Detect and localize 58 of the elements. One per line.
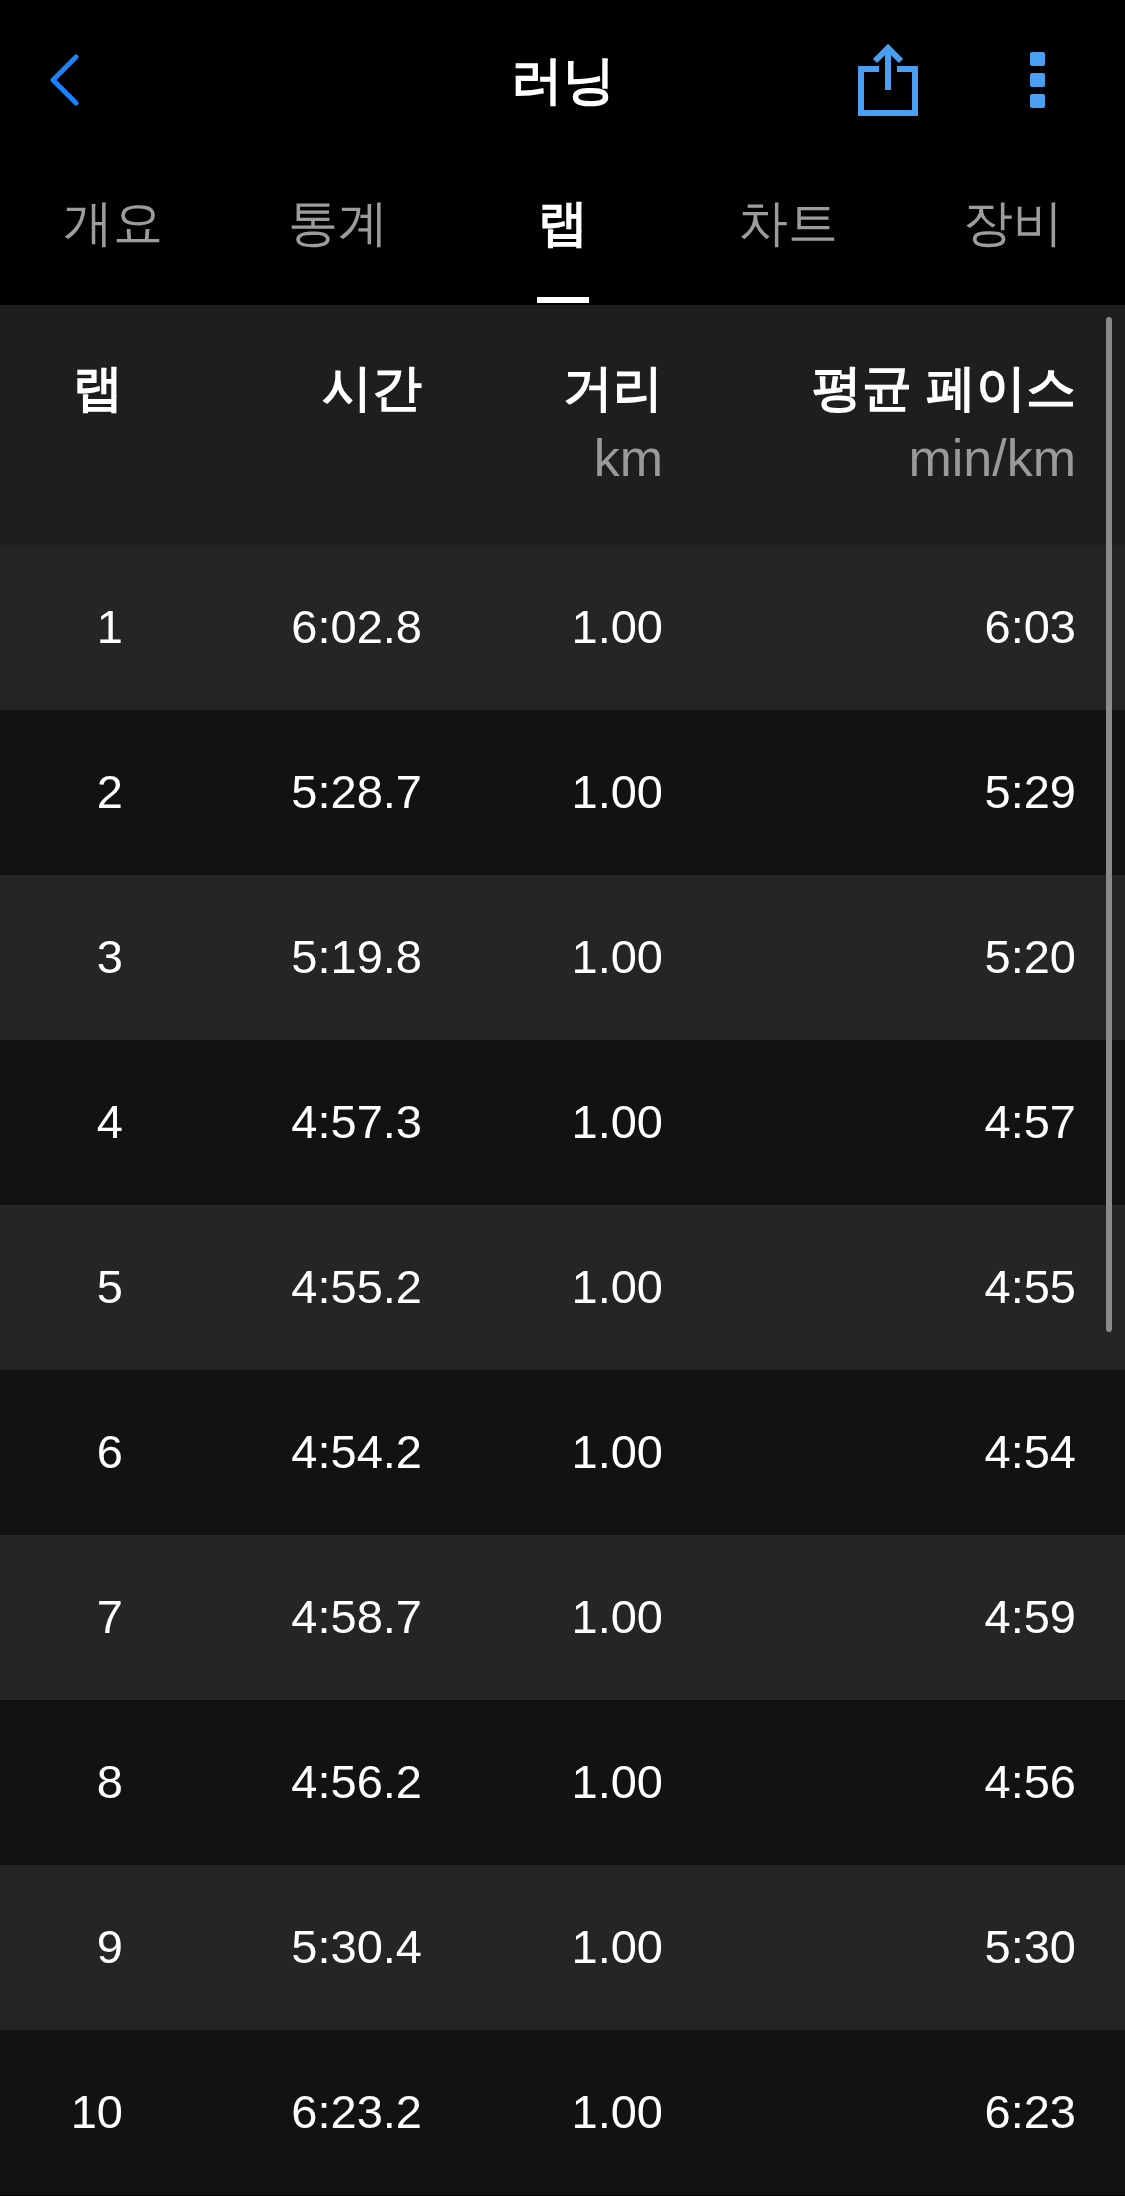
table-cell-text: 4:54 bbox=[983, 1424, 1076, 1481]
table-cell-text: 7 bbox=[95, 1589, 123, 1646]
chevron-left-icon bbox=[48, 54, 80, 106]
table-cell-text: 6:23 bbox=[983, 2084, 1076, 2141]
table-cell-text: 4:58.7 bbox=[290, 1589, 422, 1646]
table-cell-text: 2 bbox=[95, 764, 123, 821]
table-cell-text: 1.00 bbox=[570, 1919, 663, 1976]
table-cell-text: 4:59 bbox=[983, 1589, 1076, 1646]
table-cell-text: 5:19.8 bbox=[290, 929, 422, 986]
table-cell-text: 6 bbox=[95, 1424, 123, 1481]
table-cell-text: 1.00 bbox=[570, 2084, 663, 2141]
table-cell-text: 4:57.3 bbox=[290, 1094, 422, 1151]
share-button[interactable] bbox=[858, 44, 918, 116]
more-options-icon bbox=[1030, 52, 1045, 108]
tab[interactable]: 개요 bbox=[0, 160, 225, 305]
table-cell-text: 4 bbox=[95, 1094, 123, 1151]
table-cell-text: 5:29 bbox=[983, 764, 1076, 821]
table-cell-text: 1.00 bbox=[570, 1589, 663, 1646]
column-header: 거리 bbox=[563, 359, 663, 418]
column-unit: km bbox=[593, 428, 663, 489]
share-icon bbox=[858, 44, 918, 116]
tab[interactable]: 차트 bbox=[675, 160, 900, 305]
column-header: 랩 bbox=[73, 359, 123, 418]
table-cell-text: 5:20 bbox=[983, 929, 1076, 986]
column-unit: min/km bbox=[908, 428, 1076, 489]
table-cell-text: 5:30 bbox=[983, 1919, 1076, 1976]
table-cell-text: 6:03 bbox=[983, 599, 1076, 656]
tab[interactable]: 장비 bbox=[900, 160, 1125, 305]
table-cell-text: 1.00 bbox=[570, 599, 663, 656]
table-cell-text: 4:55.2 bbox=[290, 1259, 422, 1316]
table-cell-text: 10 bbox=[69, 2084, 123, 2141]
tab[interactable]: 통계 bbox=[225, 160, 450, 305]
table-cell-text: 1 bbox=[95, 599, 123, 656]
column-header: 시간 bbox=[322, 359, 422, 418]
table-cell-text: 3 bbox=[95, 929, 123, 986]
table-cell-text: 5:30.4 bbox=[290, 1919, 422, 1976]
table-cell-text: 6:23.2 bbox=[290, 2084, 422, 2141]
table-cell-text: 9 bbox=[95, 1919, 123, 1976]
back-button[interactable] bbox=[48, 54, 80, 106]
table-cell-text: 1.00 bbox=[570, 929, 663, 986]
table-cell-text: 4:54.2 bbox=[290, 1424, 422, 1481]
table-cell-text: 6:02.8 bbox=[290, 599, 422, 656]
screen-title: 러닝 bbox=[510, 49, 615, 111]
column-header: 평균 페이스 bbox=[812, 359, 1076, 418]
table-cell-text: 1.00 bbox=[570, 1424, 663, 1481]
table-cell-text: 1.00 bbox=[570, 764, 663, 821]
tab[interactable]: 랩 bbox=[450, 160, 675, 305]
table-cell-text: 4:55 bbox=[983, 1259, 1076, 1316]
table-cell-text: 5:28.7 bbox=[290, 764, 422, 821]
table-cell-text: 4:56 bbox=[983, 1754, 1076, 1811]
table-cell-text: 1.00 bbox=[570, 1259, 663, 1316]
table-cell-text: 1.00 bbox=[570, 1754, 663, 1811]
table-cell-text: 4:56.2 bbox=[290, 1754, 422, 1811]
table-cell-text: 4:57 bbox=[983, 1094, 1076, 1151]
table-cell-text: 5 bbox=[95, 1259, 123, 1316]
table-cell-text: 1.00 bbox=[570, 1094, 663, 1151]
more-options-button[interactable] bbox=[1030, 52, 1045, 108]
table-cell-text: 8 bbox=[95, 1754, 123, 1811]
